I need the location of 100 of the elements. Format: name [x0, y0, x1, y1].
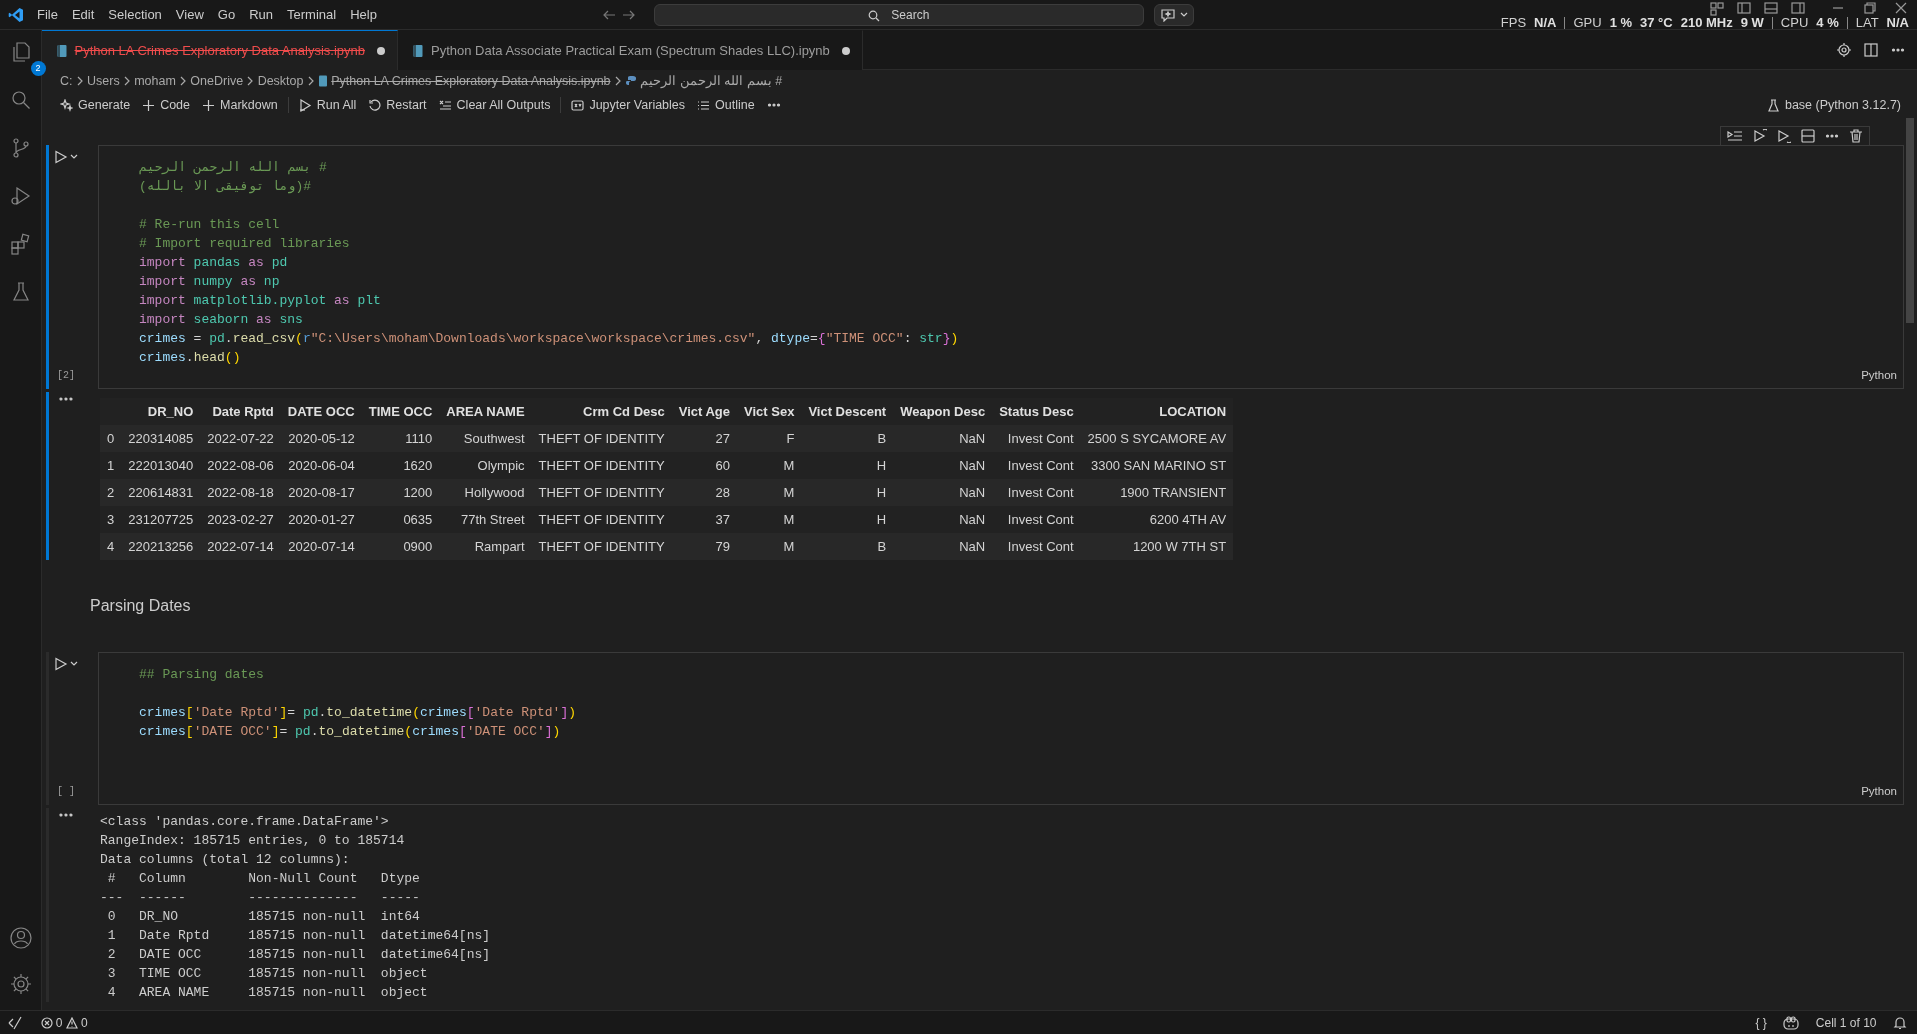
- remote-icon[interactable]: [8, 1015, 22, 1030]
- output-line: --- ------ -------------- -----: [100, 889, 421, 908]
- sidebar-toggle-icon[interactable]: [1737, 2, 1751, 14]
- table-cell: 2022-07-14: [200, 533, 281, 561]
- restart-icon: [368, 98, 382, 112]
- table-cell: 6200 4TH AV: [1080, 506, 1234, 534]
- editor-tab[interactable]: Python LA Crimes Exploratory Data Analysis.ipynb: [42, 30, 399, 70]
- table-cell: NaN: [893, 533, 993, 561]
- chat-button[interactable]: [1154, 3, 1194, 26]
- code-line: import numpy as np: [139, 273, 281, 291]
- table-cell: THEFT OF IDENTITY: [531, 425, 672, 453]
- language-status-button[interactable]: { }: [1755, 1013, 1767, 1032]
- secondary-sidebar-icon[interactable]: [1791, 2, 1805, 14]
- table-cell: B: [801, 425, 894, 453]
- perf-value: 9 W: [1740, 16, 1764, 30]
- language-label[interactable]: Python: [1861, 369, 1897, 381]
- menu-item[interactable]: View: [168, 0, 211, 30]
- layout-icon[interactable]: [1710, 2, 1724, 16]
- breadcrumb-item[interactable]: Desktop: [257, 71, 304, 91]
- run-above-icon[interactable]: [1753, 129, 1767, 143]
- warning-icon: [65, 1016, 78, 1029]
- code-line: crimes = pd.read_csv(r"C:\Users\moham\Downloads\workspace\workspace\crimes.csv", dtype={"TIME OCC": str}): [139, 330, 960, 348]
- table-cell: THEFT OF IDENTITY: [531, 506, 672, 534]
- panel-toggle-icon[interactable]: [1764, 2, 1778, 14]
- problems-button[interactable]: 0 0: [40, 1013, 88, 1032]
- outline-icon: [697, 98, 711, 112]
- breadcrumb-item[interactable]: Users: [87, 71, 120, 91]
- editor-tab[interactable]: Python Data Associate Practical Exam (Spectrum Shades LLC).ipynb: [398, 30, 864, 70]
- table-cell: 220614831: [121, 479, 201, 507]
- toolbar-button[interactable]: Generate: [54, 95, 137, 115]
- menu-item[interactable]: Terminal: [280, 0, 344, 30]
- table-cell: Invest Cont: [992, 425, 1081, 453]
- table-cell: B: [801, 533, 894, 561]
- menu-item[interactable]: Run: [242, 0, 280, 30]
- code-cell[interactable]: [98, 145, 1904, 390]
- menu-item[interactable]: Help: [343, 0, 384, 30]
- kernel-picker[interactable]: base (Python 3.12.7): [1760, 95, 1907, 115]
- table-cell: 37: [671, 506, 737, 534]
- table-cell: THEFT OF IDENTITY: [531, 533, 672, 561]
- more-icon[interactable]: [59, 396, 73, 403]
- code-cell[interactable]: ## Parsing dates crimes['Date Rptd']= pd.to_datetime(crimes['Date Rptd']) crimes['DATE OCC']= pd.to_datetime(crimes['DATE OCC']) Python: [98, 652, 1904, 806]
- menu-item[interactable]: Selection: [101, 0, 169, 30]
- breadcrumb-item[interactable]: OneDrive: [190, 71, 244, 91]
- language-label[interactable]: Python: [1861, 785, 1897, 797]
- toolbar-button[interactable]: Markdown: [196, 95, 284, 115]
- perf-value: 4 %: [1816, 16, 1839, 30]
- table-cell: H: [801, 452, 894, 480]
- breadcrumb-item[interactable]: moham: [134, 71, 176, 91]
- table-cell: NaN: [893, 506, 993, 534]
- run-by-line-icon[interactable]: [1727, 129, 1743, 143]
- bell-icon[interactable]: [1893, 1015, 1907, 1030]
- settings-icon[interactable]: [1837, 42, 1851, 57]
- table-cell: H: [801, 506, 894, 534]
- toolbar-button[interactable]: Run All: [292, 95, 363, 115]
- toolbar-button[interactable]: Clear All Outputs: [432, 95, 557, 115]
- chevron-right-icon: [75, 76, 84, 86]
- toolbar-button[interactable]: Outline: [691, 95, 761, 115]
- output-line: RangeIndex: 185715 entries, 0 to 185714: [100, 832, 406, 851]
- trash-icon[interactable]: [1849, 129, 1863, 143]
- menu-item[interactable]: Edit: [64, 0, 102, 30]
- breadcrumb-item[interactable]: Python LA Crimes Exploratory Data Analysis.ipynb: [331, 71, 611, 91]
- restore-icon[interactable]: [1863, 2, 1876, 14]
- chevron-right-icon: [122, 76, 131, 86]
- breadcrumb-item[interactable]: # بسم الله الرحمن الرحيم: [640, 71, 783, 91]
- run-cell-button[interactable]: [54, 150, 78, 164]
- table-cell: 1110: [361, 425, 440, 453]
- toolbar-button[interactable]: Jupyter Variables: [565, 95, 692, 115]
- account-icon[interactable]: [8, 926, 33, 950]
- table-cell: 2022-07-22: [200, 425, 281, 453]
- table-cell: 2023-02-27: [200, 506, 281, 534]
- toolbar-button[interactable]: Code: [136, 95, 196, 115]
- table-cell: Olympic: [439, 452, 532, 480]
- table-cell: 2022-08-06: [200, 452, 281, 480]
- table-cell: 2020-01-27: [280, 506, 362, 534]
- clear-all-icon: [438, 98, 452, 112]
- row-index: 0: [100, 425, 122, 453]
- execution-count: [ ]: [57, 785, 75, 800]
- row-index: 4: [100, 533, 122, 561]
- table-cell: Southwest: [439, 425, 532, 453]
- run-below-icon[interactable]: [1777, 129, 1791, 143]
- more-icon[interactable]: [59, 812, 73, 819]
- search-field[interactable]: Search: [654, 3, 1145, 26]
- menu-item[interactable]: Go: [210, 0, 243, 30]
- run-cell-button[interactable]: [54, 657, 78, 672]
- output-line: 1 Date Rptd 185715 non-null datetime64[ns]: [106, 927, 491, 946]
- table-cell: 79: [671, 533, 737, 561]
- settings-icon[interactable]: [8, 972, 33, 996]
- table-cell: 27: [671, 425, 737, 453]
- code-line: import matplotlib.pyplot as plt: [139, 292, 382, 310]
- table-cell: NaN: [893, 479, 993, 507]
- menu-item[interactable]: File: [30, 0, 65, 30]
- toolbar-button[interactable]: Restart: [362, 95, 433, 115]
- breadcrumb-item[interactable]: C:: [60, 71, 73, 91]
- split-editor-icon[interactable]: [1864, 42, 1878, 57]
- cell-position-button[interactable]: Cell 1 of 10: [1815, 1013, 1877, 1032]
- scrollbar[interactable]: [1906, 118, 1914, 323]
- run-all-icon: [298, 98, 312, 112]
- split-cell-icon[interactable]: [1801, 129, 1815, 143]
- close-icon[interactable]: [1895, 2, 1907, 14]
- app-logo-icon: [8, 6, 24, 23]
